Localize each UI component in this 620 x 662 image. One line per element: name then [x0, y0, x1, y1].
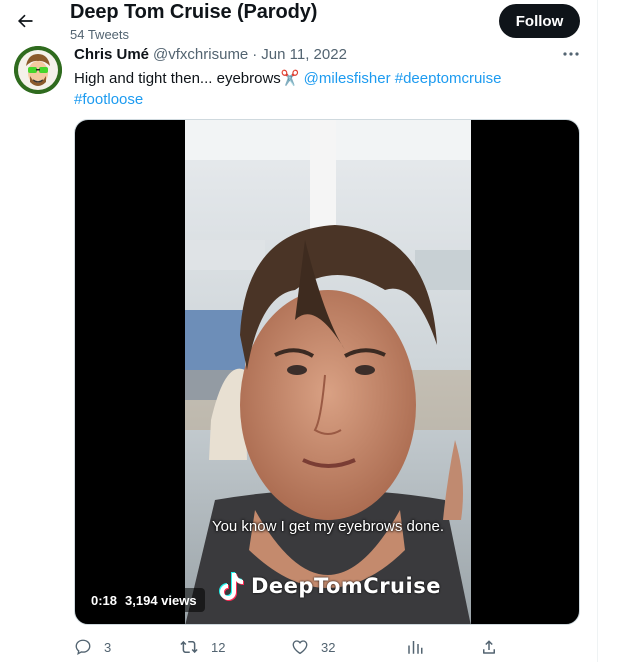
share-button[interactable]	[480, 636, 510, 658]
profile-title: Deep Tom Cruise (Parody)	[70, 1, 318, 23]
back-arrow-icon	[17, 14, 33, 28]
tweet-body: High and tight then... eyebrows	[74, 70, 281, 87]
mention-link[interactable]: @milesfisher	[304, 70, 391, 87]
avatar[interactable]	[14, 46, 62, 94]
share-icon	[483, 640, 495, 654]
tweet-date[interactable]: Jun 11, 2022	[261, 46, 347, 63]
video-caption: You know I get my eyebrows done.	[211, 518, 445, 535]
more-button[interactable]	[559, 44, 583, 64]
column-divider	[597, 0, 598, 662]
video-meta-badge: 0:18 3,194 views	[83, 588, 205, 612]
watermark-text: DeepTomCruise	[251, 574, 441, 598]
tiktok-icon	[219, 572, 244, 601]
more-icon	[563, 52, 579, 56]
reply-count: 3	[104, 639, 112, 655]
reply-icon	[75, 639, 91, 656]
avatar-image	[14, 46, 62, 94]
like-icon	[292, 640, 308, 655]
back-button[interactable]	[8, 4, 42, 38]
hashtag-link[interactable]: #footloose	[74, 91, 143, 108]
like-button[interactable]: 32	[291, 636, 335, 658]
video-player[interactable]: You know I get my eyebrows done. DeepTom…	[74, 119, 580, 625]
hashtag-link[interactable]: #deeptomcruise	[395, 70, 502, 87]
reply-button[interactable]: 3	[74, 636, 111, 658]
separator-dot: ·	[252, 46, 258, 63]
scissors-emoji: ✂️	[280, 70, 300, 87]
tweets-count: 54 Tweets	[70, 27, 130, 42]
tweet-author-row: Chris Umé @vfxchrisume · Jun 11, 2022	[74, 46, 347, 63]
video-still	[185, 120, 471, 624]
tiktok-watermark: DeepTomCruise	[215, 570, 441, 602]
tweet-text: High and tight then... eyebrows✂️ @miles…	[74, 68, 544, 110]
video-duration: 0:18	[91, 592, 118, 608]
follow-button[interactable]: Follow	[499, 4, 580, 38]
video-views: 3,194 views	[125, 592, 197, 608]
retweet-count: 12	[211, 639, 226, 655]
video-frame	[185, 120, 471, 624]
retweet-button[interactable]: 12	[179, 636, 225, 658]
retweet-icon	[180, 640, 198, 654]
like-count: 32	[321, 639, 336, 655]
author-handle[interactable]: @vfxchrisume	[153, 46, 248, 63]
analytics-button[interactable]	[406, 636, 436, 658]
display-name[interactable]: Chris Umé	[74, 46, 149, 63]
analytics-icon	[408, 641, 423, 654]
